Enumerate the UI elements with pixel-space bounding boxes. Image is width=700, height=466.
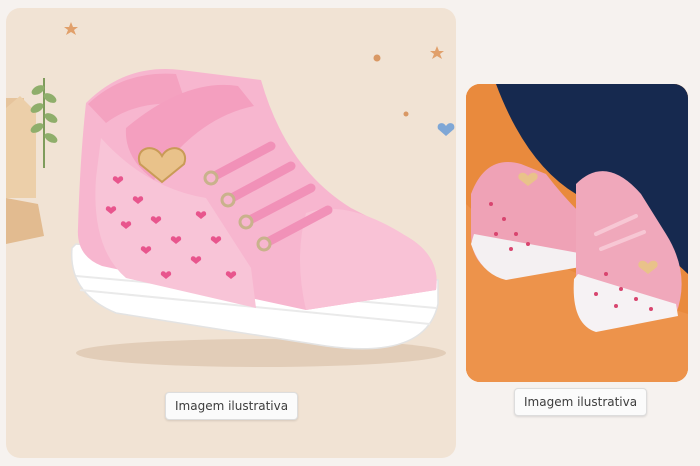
star-decoration — [64, 22, 78, 35]
heart-decoration — [437, 123, 455, 136]
caption-illustrative-photo: Imagem ilustrativa — [514, 388, 648, 416]
wood-base — [6, 198, 44, 244]
product-image-main — [6, 8, 456, 458]
product-image-photo — [466, 84, 688, 382]
dot-decoration — [373, 54, 381, 62]
sneaker-illustration — [6, 22, 455, 367]
sneakers-photo — [466, 84, 688, 382]
dot-decoration — [403, 111, 409, 117]
star-decoration — [430, 46, 444, 59]
caption-illustrative: Imagem ilustrativa — [165, 392, 299, 420]
